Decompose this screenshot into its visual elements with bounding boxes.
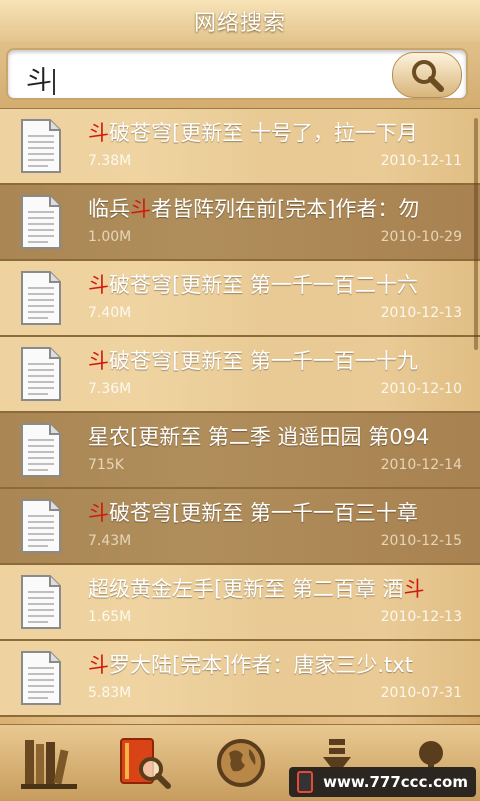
search-input-value: 斗 (26, 66, 53, 96)
document-icon (21, 651, 61, 705)
text-caret (53, 68, 56, 95)
result-title: 星农[更新至 第二季 逍遥田园 第094 (88, 425, 430, 449)
list-item[interactable]: 斗破苍穹[更新至 第一千一百一十九 7.36M 2010-12-10 (0, 337, 480, 413)
result-title: 斗破苍穹[更新至 第一千一百一十九 (88, 349, 418, 373)
search-bar: 斗 (0, 42, 480, 109)
result-date: 2010-12-13 (380, 609, 462, 625)
list-item[interactable]: 超级黄金左手[更新至 第二百章 酒斗 1.65M 2010-12-13 (0, 565, 480, 641)
result-title: 临兵斗者皆阵列在前[完本]作者：勿 (88, 197, 420, 221)
result-date: 2010-12-14 (380, 457, 462, 473)
search-button[interactable] (392, 52, 462, 98)
list-item[interactable]: 斗破苍穹[更新至 第一千一百二十六 7.40M 2010-12-13 (0, 261, 480, 337)
title-bar: 网络搜索 (0, 0, 480, 43)
result-title: 斗破苍穹[更新至 第一千一百二十六 (88, 273, 418, 297)
list-item[interactable]: 临兵斗者皆阵列在前[完本]作者：勿 1.00M 2010-10-29 (0, 185, 480, 261)
result-title: 超级黄金左手[更新至 第二百章 酒斗 (88, 577, 425, 601)
globe-icon (217, 739, 265, 787)
result-title: 斗罗大陆[完本]作者：唐家三少.txt (88, 653, 413, 677)
document-icon (21, 423, 61, 477)
list-item[interactable]: 星农[更新至 第二季 逍遥田园 第094 715K 2010-12-14 (0, 413, 480, 489)
document-icon (21, 195, 61, 249)
list-item[interactable]: 斗破苍穹[更新至 十号了，拉一下月 7.38M 2010-12-11 (0, 109, 480, 185)
watermark-text: www.777ccc.com (323, 773, 468, 791)
result-date: 2010-12-13 (380, 305, 462, 321)
result-size: 5.83M (88, 685, 132, 701)
tab-bookshelf[interactable] (14, 731, 84, 795)
list-item[interactable]: 斗破苍穹[更新至 第一千一百三十章 7.43M 2010-12-15 (0, 489, 480, 565)
result-size: 1.65M (88, 609, 132, 625)
document-icon (21, 119, 61, 173)
page-title: 网络搜索 (193, 11, 286, 36)
watermark: www.777ccc.com (289, 767, 476, 797)
search-input[interactable]: 斗 (6, 48, 468, 100)
result-date: 2010-07-31 (380, 685, 462, 701)
result-list: 斗破苍穹[更新至 十号了，拉一下月 7.38M 2010-12-11 临兵斗者皆… (0, 109, 480, 723)
result-title: 斗破苍穹[更新至 第一千一百三十章 (88, 501, 418, 525)
result-size: 7.43M (88, 533, 132, 549)
bookshelf-icon (21, 740, 77, 789)
tab-search[interactable] (108, 731, 178, 795)
list-scrollbar[interactable] (474, 118, 478, 350)
magnifier-icon (412, 60, 444, 92)
phone-icon (297, 771, 314, 793)
result-size: 7.38M (88, 153, 132, 169)
result-date: 2010-12-10 (380, 381, 462, 397)
list-item[interactable]: 斗罗大陆[完本]作者：唐家三少.txt 5.83M 2010-07-31 (0, 641, 480, 717)
result-size: 7.36M (88, 381, 132, 397)
document-icon (21, 499, 61, 553)
result-date: 2010-12-11 (380, 153, 462, 169)
result-size: 1.00M (88, 229, 132, 245)
bottom-toolbar: www.777ccc.com (0, 724, 480, 801)
result-size: 7.40M (88, 305, 132, 321)
document-icon (21, 347, 61, 401)
book-search-icon (120, 738, 171, 789)
result-date: 2010-12-15 (380, 533, 462, 549)
document-icon (21, 575, 61, 629)
result-date: 2010-10-29 (380, 229, 462, 245)
tab-online[interactable] (206, 731, 276, 795)
result-title: 斗破苍穹[更新至 十号了，拉一下月 (88, 121, 418, 145)
document-icon (21, 271, 61, 325)
result-size: 715K (88, 457, 124, 473)
